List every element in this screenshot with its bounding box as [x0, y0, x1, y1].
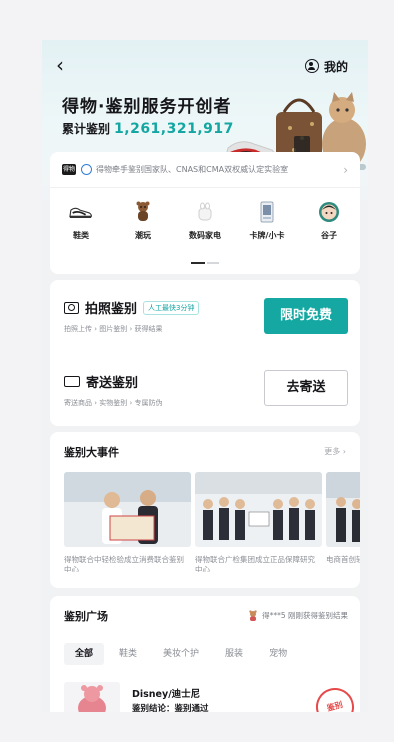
my-profile-label: 我的 [323, 59, 348, 74]
auth-options-card: 拍照鉴别 人工最快3分钟 拍照上传 › 图片鉴别 › 获得结果 限时免费 寄送鉴… [50, 280, 360, 426]
certification-icon [81, 164, 92, 175]
mail-auth-steps: 寄送商品 › 实物鉴别 › 专属防伪 [64, 399, 163, 407]
hero-title: 得物·鉴别服务开创者 [62, 97, 232, 117]
events-card: 鉴别大事件 更多 › 得物联合中轻检验成立消费联合鉴别中心 得物联合广检集团成立… [50, 432, 360, 588]
verified-stamp: 鉴别 [311, 683, 359, 712]
camera-icon [64, 301, 79, 314]
user-avatar-icon [249, 610, 257, 621]
item-thumbnail [64, 682, 120, 712]
tab-all[interactable]: 全部 [64, 643, 105, 665]
speed-tag: 人工最快3分钟 [143, 300, 200, 315]
event-item[interactable]: 得物联合中轻检验成立消费联合鉴别中心 [64, 472, 191, 572]
category-item-goods[interactable]: 谷子 [298, 196, 360, 256]
free-photo-auth-button[interactable]: 限时免费 [264, 298, 348, 334]
back-button[interactable]: ‹ [56, 54, 74, 76]
sneaker-icon [69, 200, 93, 224]
mail-auth-title: 寄送鉴别 [86, 376, 139, 391]
event-photo [326, 472, 360, 547]
photo-auth-title-group: 拍照鉴别 人工最快3分钟 [64, 298, 200, 317]
tab-shoes[interactable]: 鞋类 [108, 643, 148, 665]
category-item-cards[interactable]: 卡牌/小卡 [236, 196, 298, 256]
feed-card: 鉴别广场 得***5 刚刚获得鉴别结果 全部 鞋类 美妆个护 服装 宠物 Dis… [50, 596, 360, 712]
hero-count-label: 累计鉴别 [62, 122, 111, 136]
bear-toy-icon [131, 200, 155, 224]
feed-tabs: 全部 鞋类 美妆个护 服装 宠物 [64, 642, 360, 666]
events-carousel[interactable]: 得物联合中轻检验成立消费联合鉴别中心 得物联合广检集团成立正品保障研究中心 电商… [64, 472, 360, 572]
chevron-right-icon: › [343, 162, 348, 177]
event-caption: 得物联合广检集团成立正品保障研究中心 [195, 555, 315, 572]
event-item[interactable]: 得物联合广检集团成立正品保障研究中心 [195, 472, 322, 572]
event-caption: 得物联合中轻检验成立消费联合鉴别中心 [64, 555, 184, 572]
category-item-digital[interactable]: 数码家电 [174, 196, 236, 256]
earbuds-icon [193, 200, 217, 224]
photo-auth-title: 拍照鉴别 [85, 302, 138, 317]
events-title: 鉴别大事件 [64, 446, 119, 459]
photo-auth-row: 拍照鉴别 人工最快3分钟 拍照上传 › 图片鉴别 › 获得结果 限时免费 [50, 280, 360, 352]
send-for-auth-button[interactable]: 去寄送 [264, 370, 348, 406]
category-label: 谷子 [321, 231, 337, 240]
tab-beauty[interactable]: 美妆个护 [152, 643, 210, 665]
events-more-link[interactable]: 更多 › [324, 446, 346, 457]
feed-title: 鉴别广场 [64, 610, 108, 623]
my-profile-button[interactable]: 我的 [304, 56, 348, 76]
app-screen: ‹ 我的 得物·鉴别服务开创者 累计鉴别 1,261,321,917 得物 得物… [42, 40, 368, 712]
feed-item[interactable]: Disney/迪士尼 鉴别结论：鉴别通过 鉴别 [64, 682, 360, 712]
category-list: 鞋类 潮玩 数码家电 卡牌/小卡 谷子 [50, 196, 360, 256]
scroll-indicator [191, 262, 219, 264]
lab-banner[interactable]: 得物 得物牵手鉴别国家队、CNAS和CMA双权威认定实验室 › [50, 152, 360, 188]
lab-banner-text: 得物牵手鉴别国家队、CNAS和CMA双权威认定实验室 [96, 165, 289, 174]
latest-result-text: 得***5 刚刚获得鉴别结果 [262, 611, 348, 620]
category-label: 潮玩 [135, 231, 151, 240]
mail-auth-row: 寄送鉴别 寄送商品 › 实物鉴别 › 专属防伪 去寄送 [50, 354, 360, 426]
tab-apparel[interactable]: 服装 [214, 643, 254, 665]
category-label: 卡牌/小卡 [249, 231, 285, 240]
item-result: 鉴别结论：鉴别通过 [132, 704, 209, 712]
category-label: 鞋类 [73, 231, 89, 240]
event-caption: 电商首创轻奢防伪权威 [326, 555, 360, 564]
hero-count-value: 1,261,321,917 [114, 121, 234, 137]
mail-auth-title-group: 寄送鉴别 [64, 372, 138, 391]
card-icon [255, 200, 279, 224]
tab-pets[interactable]: 宠物 [258, 643, 298, 665]
latest-result-ticker: 得***5 刚刚获得鉴别结果 [248, 610, 348, 621]
category-item-toys[interactable]: 潮玩 [112, 196, 174, 256]
user-icon [304, 59, 319, 73]
photo-auth-steps: 拍照上传 › 图片鉴别 › 获得结果 [64, 325, 163, 333]
hero-count: 累计鉴别 1,261,321,917 [62, 120, 234, 137]
item-name: Disney/迪士尼 [132, 689, 201, 700]
event-photo [195, 472, 322, 547]
category-label: 数码家电 [189, 231, 221, 240]
package-icon [64, 376, 80, 387]
event-photo [64, 472, 191, 547]
event-item[interactable]: 电商首创轻奢防伪权威 [326, 472, 360, 572]
category-card: 得物 得物牵手鉴别国家队、CNAS和CMA双权威认定实验室 › 鞋类 潮玩 数码… [50, 152, 360, 274]
category-item-shoes[interactable]: 鞋类 [50, 196, 112, 256]
brand-logo-icon: 得物 [62, 164, 76, 175]
badge-icon [317, 200, 341, 224]
